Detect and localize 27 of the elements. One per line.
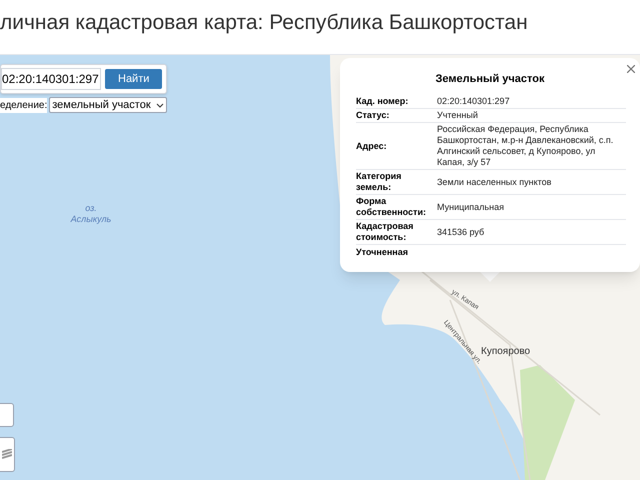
field-value: Российская Федерация, Республика Башкортостан, м.р-н Давлекановский, с.п. Алгинский сельсовет, д Купоярово, ул Капая, з/у 57 xyxy=(437,124,614,168)
caret-icon xyxy=(156,102,164,108)
field-value: Муниципальная xyxy=(437,202,505,212)
cadastral-number-field[interactable]: 02:20:140301:297 xyxy=(1,68,101,90)
field-label: Категория земель: xyxy=(356,171,402,193)
field-label: Адрес: xyxy=(356,140,388,152)
page-title: личная кадастровая карта: Республика Башкортостан xyxy=(0,10,528,36)
find-button[interactable]: Найти xyxy=(105,69,162,89)
object-type-select[interactable]: земельный участок xyxy=(49,97,168,113)
field-value: Учтенный xyxy=(437,110,479,121)
field-label: Уточненная xyxy=(356,246,409,258)
select-value: земельный участок xyxy=(52,98,151,113)
map-control[interactable] xyxy=(0,403,14,427)
layers-button[interactable] xyxy=(0,437,15,472)
field-label: Кад. номер: xyxy=(356,96,410,107)
popup-title: Земельный участок xyxy=(434,72,546,87)
field-label: Статус: xyxy=(356,110,390,121)
field-value: Земли населенных пунктов xyxy=(437,176,552,188)
field-label: Форма собственности: xyxy=(356,196,427,218)
village-label: Купоярово xyxy=(481,346,530,357)
close-icon[interactable] xyxy=(627,65,635,73)
field-value: 341536 руб xyxy=(437,226,486,238)
map-lake-label: оз. Аслыкуль xyxy=(70,203,112,225)
field-value: 02:20:140301:297 xyxy=(437,96,511,107)
filter-label: еделение: xyxy=(0,98,48,112)
layers-icon xyxy=(2,448,12,460)
field-label: Кадастровая стоимость: xyxy=(356,221,414,243)
